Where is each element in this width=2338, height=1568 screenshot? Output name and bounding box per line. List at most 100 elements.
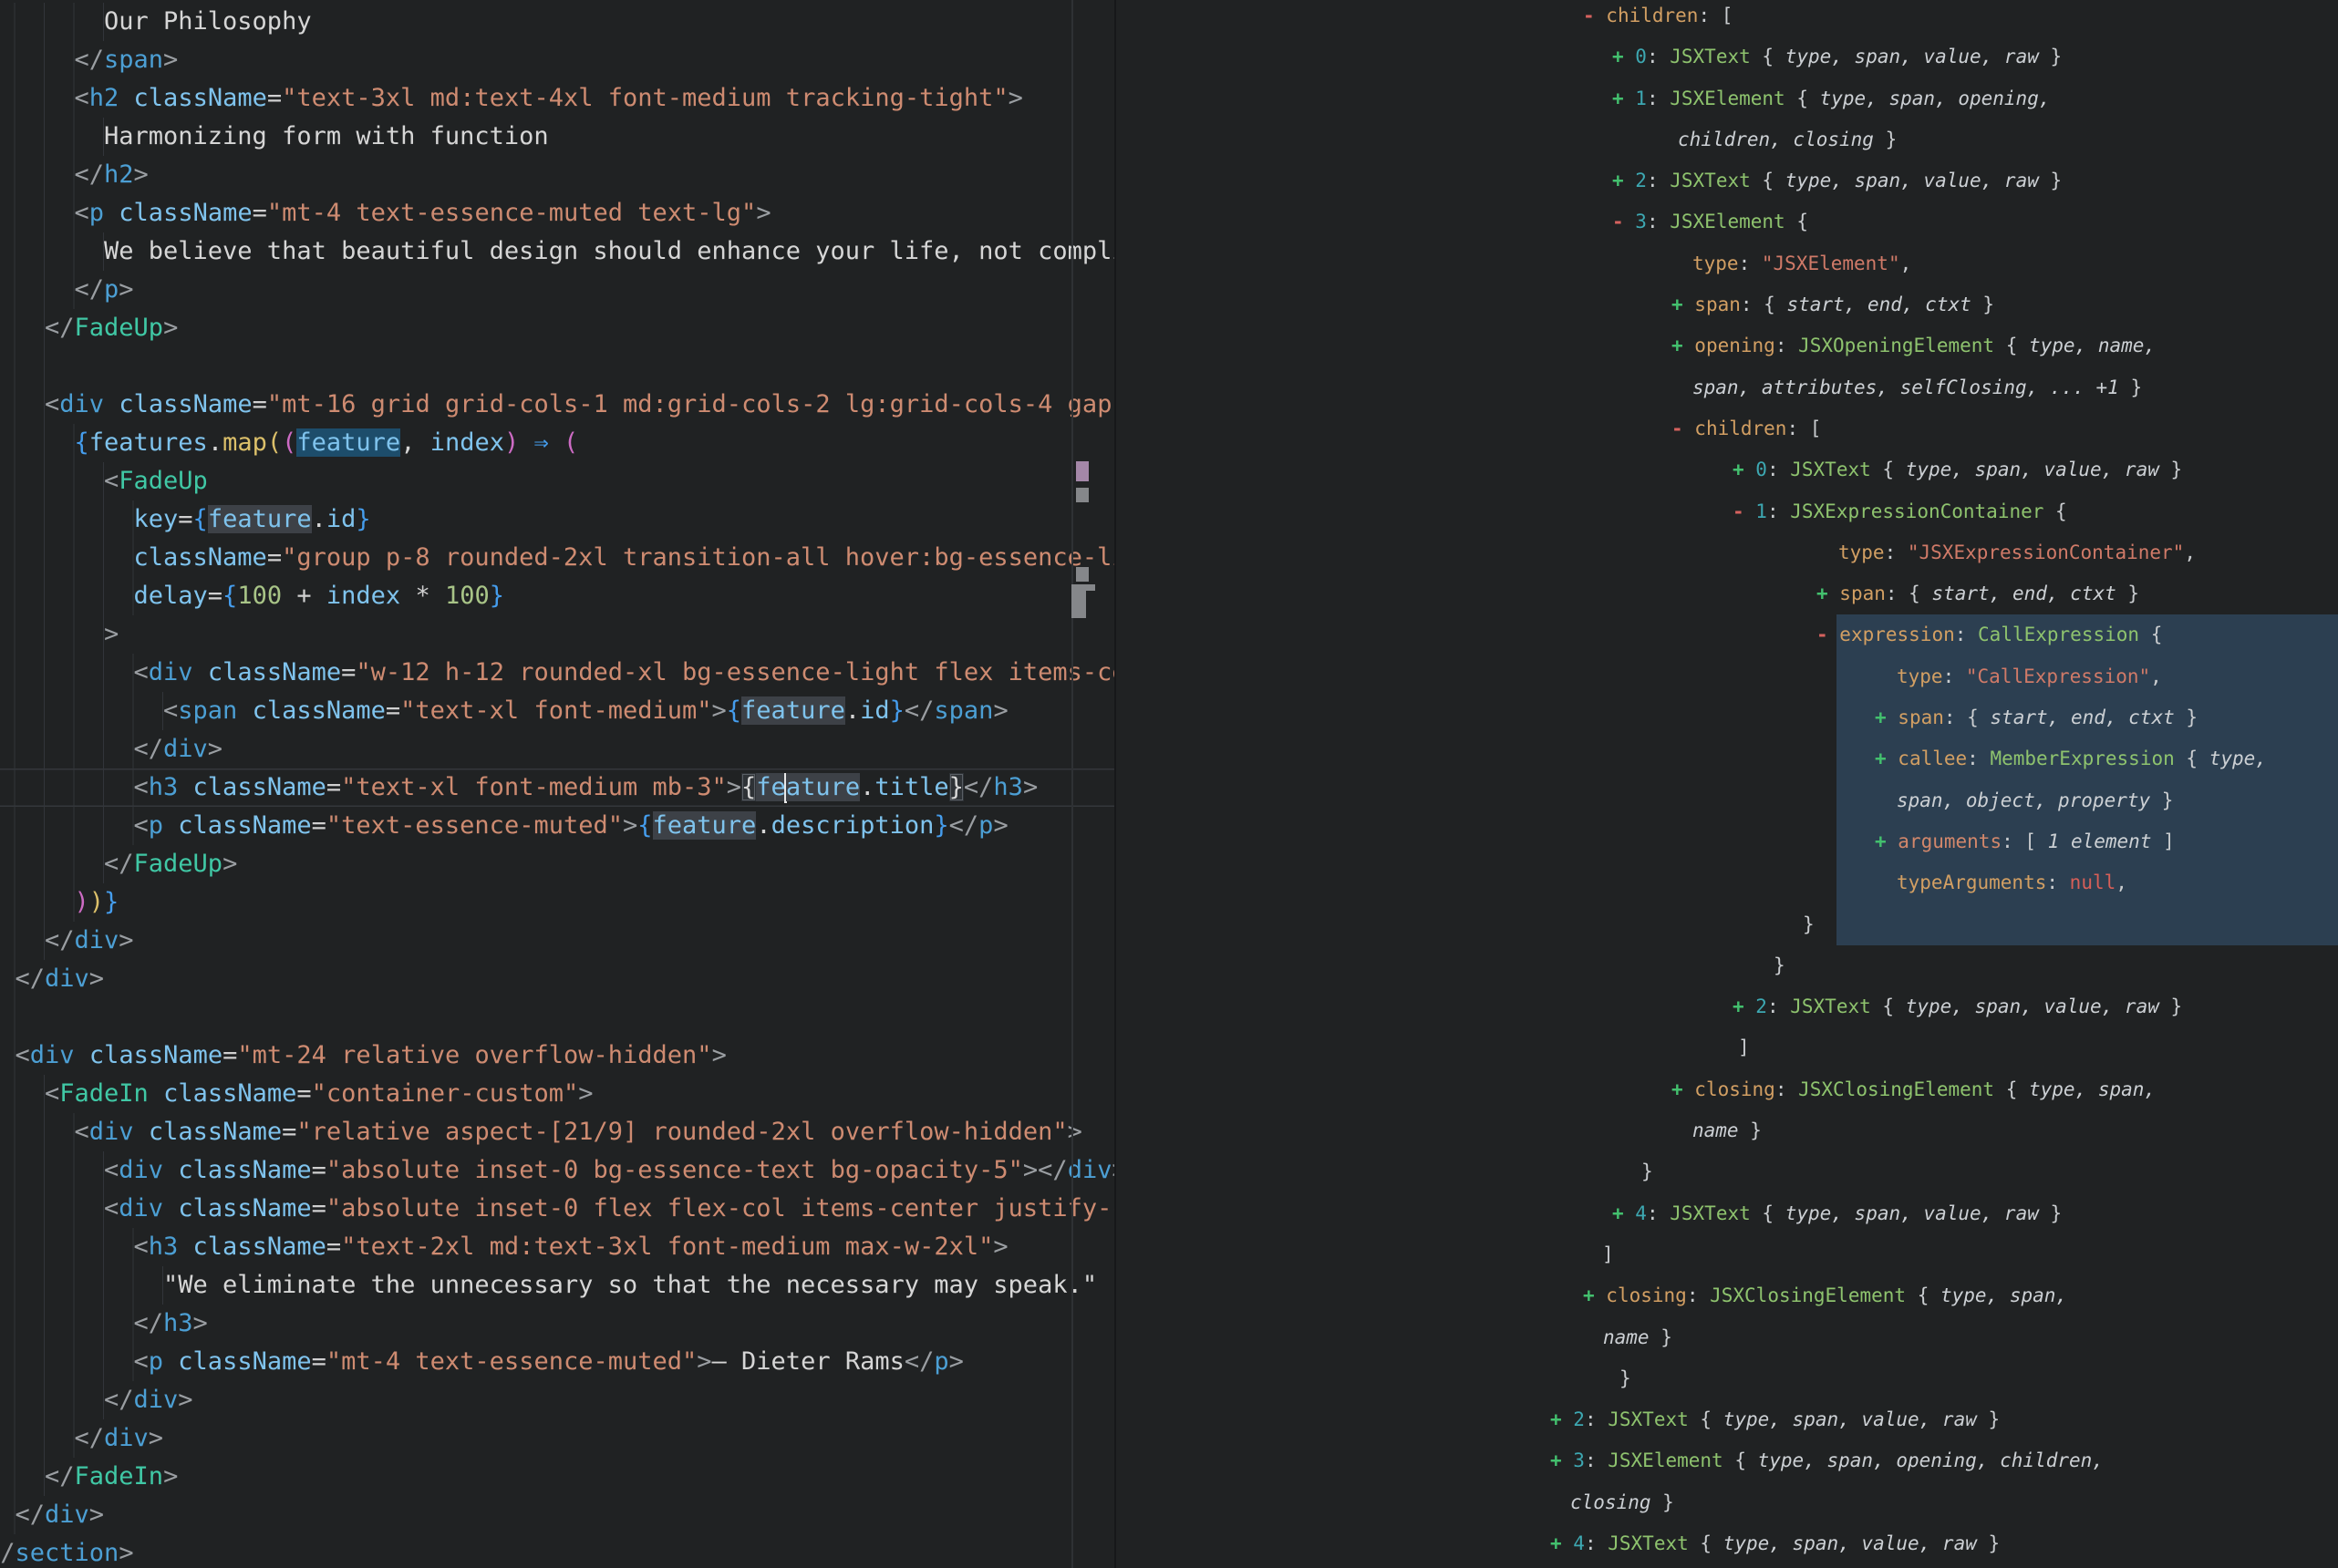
code-line[interactable]: > bbox=[0, 615, 1115, 654]
code-line-current[interactable]: <h3 className="text-xl font-medium mb-3"… bbox=[0, 769, 1115, 807]
ast-node-line[interactable]: ] bbox=[1116, 1234, 2338, 1275]
ast-node-line[interactable]: + 4: JSXText { type, span, value, raw } bbox=[1116, 1523, 2338, 1564]
expand-toggle-icon[interactable]: + bbox=[1550, 1408, 1573, 1430]
code-line[interactable]: <FadeUp bbox=[0, 462, 1115, 500]
ast-node-line[interactable]: } bbox=[1116, 1151, 2338, 1192]
code-line[interactable]: Harmonizing form with function bbox=[0, 118, 1115, 156]
code-line[interactable]: </div> bbox=[0, 1419, 1115, 1458]
code-line[interactable]: </span> bbox=[0, 41, 1115, 79]
ast-node-line[interactable]: + 1: JSXElement { type, span, opening, bbox=[1116, 78, 2338, 119]
ast-node-line[interactable]: + arguments: [ 1 element ] bbox=[1116, 821, 2338, 862]
code-line[interactable]: <div className="mt-24 relative overflow-… bbox=[0, 1037, 1115, 1075]
code-editor-pane[interactable]: Our Philosophy</span><h2 className="text… bbox=[0, 0, 1115, 1568]
expand-toggle-icon[interactable]: + bbox=[1671, 1078, 1694, 1100]
collapse-toggle-icon[interactable]: - bbox=[1733, 500, 1755, 522]
code-line[interactable]: </div> bbox=[0, 1496, 1115, 1534]
ast-node-line[interactable]: type: "CallExpression", bbox=[1116, 656, 2338, 697]
ast-node-line[interactable]: - 1: JSXExpressionContainer { bbox=[1116, 491, 2338, 532]
expand-toggle-icon[interactable]: + bbox=[1612, 88, 1635, 109]
ast-node-line[interactable]: + 2: JSXText { type, span, value, raw } bbox=[1116, 986, 2338, 1027]
code-line[interactable]: </h2> bbox=[0, 156, 1115, 194]
ast-node-line[interactable]: closing } bbox=[1116, 1482, 2338, 1523]
code-line[interactable]: <div className="w-12 h-12 rounded-xl bg-… bbox=[0, 654, 1115, 692]
collapse-toggle-icon[interactable]: - bbox=[1671, 418, 1694, 439]
code-line[interactable] bbox=[0, 998, 1115, 1037]
expand-toggle-icon[interactable]: + bbox=[1875, 830, 1898, 852]
ast-node-line[interactable]: ] bbox=[1116, 1027, 2338, 1068]
code-line[interactable]: </section> bbox=[0, 1534, 1115, 1568]
code-line[interactable]: </p> bbox=[0, 271, 1115, 309]
collapse-toggle-icon[interactable]: - bbox=[1816, 624, 1839, 645]
code-line[interactable]: </FadeUp> bbox=[0, 309, 1115, 347]
code-line[interactable]: <div className="absolute inset-0 bg-esse… bbox=[0, 1151, 1115, 1190]
code-line[interactable]: </FadeUp> bbox=[0, 845, 1115, 883]
ast-node-line[interactable]: name } bbox=[1116, 1110, 2338, 1151]
expand-toggle-icon[interactable]: + bbox=[1875, 707, 1898, 728]
expand-toggle-icon[interactable]: + bbox=[1671, 335, 1694, 356]
expand-toggle-icon[interactable]: + bbox=[1612, 46, 1635, 67]
ast-node-line[interactable]: + 3: JSXElement { type, span, opening, c… bbox=[1116, 1440, 2338, 1481]
pane-divider[interactable] bbox=[1114, 0, 1116, 1568]
code-line[interactable]: <div className="absolute inset-0 flex fl… bbox=[0, 1190, 1115, 1228]
expand-toggle-icon[interactable]: + bbox=[1733, 459, 1755, 480]
ast-node-line[interactable]: + span: { start, end, ctxt } bbox=[1116, 573, 2338, 614]
expand-toggle-icon[interactable]: + bbox=[1733, 995, 1755, 1017]
overview-ruler[interactable] bbox=[1071, 0, 1115, 1568]
code-line[interactable]: <div className="mt-16 grid grid-cols-1 m… bbox=[0, 386, 1115, 424]
code-line[interactable]: "We eliminate the unnecessary so that th… bbox=[0, 1266, 1115, 1305]
ast-node-line[interactable]: - 3: JSXElement { bbox=[1116, 201, 2338, 242]
collapse-toggle-icon[interactable]: - bbox=[1583, 5, 1606, 26]
code-line[interactable]: key={feature.id} bbox=[0, 500, 1115, 539]
ast-node-line[interactable]: children, closing } bbox=[1116, 119, 2338, 160]
code-line[interactable]: <p className="mt-4 text-essence-muted">—… bbox=[0, 1343, 1115, 1381]
ast-node-line[interactable]: + closing: JSXClosingElement { type, spa… bbox=[1116, 1069, 2338, 1110]
code-line[interactable]: <h2 className="text-3xl md:text-4xl font… bbox=[0, 79, 1115, 118]
code-line[interactable]: <span className="text-xl font-medium">{f… bbox=[0, 692, 1115, 730]
ast-tree-pane[interactable]: - children: [+ 0: JSXText { type, span, … bbox=[1116, 0, 2338, 1568]
expand-toggle-icon[interactable]: + bbox=[1816, 583, 1839, 604]
ast-node-line[interactable]: } bbox=[1116, 1358, 2338, 1399]
code-line[interactable]: We believe that beautiful design should … bbox=[0, 232, 1115, 271]
expand-toggle-icon[interactable]: + bbox=[1583, 1284, 1606, 1306]
code-line[interactable]: </div> bbox=[0, 730, 1115, 769]
code-line[interactable]: Our Philosophy bbox=[0, 3, 1115, 41]
ast-node-line[interactable]: typeArguments: null, bbox=[1116, 862, 2338, 903]
code-line[interactable]: </div> bbox=[0, 922, 1115, 960]
ast-node-line[interactable]: + 2: JSXText { type, span, value, raw } bbox=[1116, 1399, 2338, 1440]
expand-toggle-icon[interactable]: + bbox=[1612, 170, 1635, 191]
ast-node-line[interactable]: + span: { start, end, ctxt } bbox=[1116, 697, 2338, 738]
code-line[interactable]: <p className="mt-4 text-essence-muted te… bbox=[0, 194, 1115, 232]
ast-node-line[interactable]: + 2: JSXText { type, span, value, raw } bbox=[1116, 160, 2338, 201]
ast-node-line[interactable]: + opening: JSXOpeningElement { type, nam… bbox=[1116, 325, 2338, 366]
ast-node-line[interactable]: span, object, property } bbox=[1116, 780, 2338, 821]
ast-node-line[interactable]: } bbox=[1116, 904, 2338, 945]
code-line[interactable]: <div className="relative aspect-[21/9] r… bbox=[0, 1113, 1115, 1151]
ast-node-line[interactable]: - children: [ bbox=[1116, 0, 2338, 36]
code-line[interactable]: {features.map((feature, index) ⇒ ( bbox=[0, 424, 1115, 462]
ast-node-line[interactable]: + closing: JSXClosingElement { type, spa… bbox=[1116, 1275, 2338, 1316]
ast-node-line[interactable]: - expression: CallExpression { bbox=[1116, 614, 2338, 655]
ast-node-line[interactable]: span, attributes, selfClosing, ... +1 } bbox=[1116, 367, 2338, 408]
expand-toggle-icon[interactable]: + bbox=[1612, 1202, 1635, 1224]
ast-node-line[interactable]: - children: [ bbox=[1116, 408, 2338, 449]
collapse-toggle-icon[interactable]: - bbox=[1612, 211, 1635, 232]
code-line[interactable]: </div> bbox=[0, 1381, 1115, 1419]
expand-toggle-icon[interactable]: + bbox=[1875, 748, 1898, 769]
expand-toggle-icon[interactable]: + bbox=[1550, 1532, 1573, 1554]
expand-toggle-icon[interactable]: + bbox=[1550, 1449, 1573, 1471]
code-line[interactable]: <FadeIn className="container-custom"> bbox=[0, 1075, 1115, 1113]
ast-node-line[interactable]: + 4: JSXText { type, span, value, raw } bbox=[1116, 1193, 2338, 1234]
code-line[interactable]: </FadeIn> bbox=[0, 1458, 1115, 1496]
code-line[interactable]: <p className="text-essence-muted">{featu… bbox=[0, 807, 1115, 845]
ast-node-line[interactable]: + 0: JSXText { type, span, value, raw } bbox=[1116, 36, 2338, 77]
code-line[interactable]: </h3> bbox=[0, 1305, 1115, 1343]
ast-node-line[interactable]: name } bbox=[1116, 1317, 2338, 1358]
code-line[interactable]: </div> bbox=[0, 960, 1115, 998]
code-line[interactable] bbox=[0, 347, 1115, 386]
expand-toggle-icon[interactable]: + bbox=[1671, 294, 1694, 315]
ast-node-line[interactable]: } bbox=[1116, 945, 2338, 986]
code-line[interactable]: ))} bbox=[0, 883, 1115, 922]
ast-node-line[interactable]: + 0: JSXText { type, span, value, raw } bbox=[1116, 449, 2338, 490]
ast-node-line[interactable]: + span: { start, end, ctxt } bbox=[1116, 284, 2338, 325]
ast-node-line[interactable]: type: "JSXElement", bbox=[1116, 243, 2338, 284]
